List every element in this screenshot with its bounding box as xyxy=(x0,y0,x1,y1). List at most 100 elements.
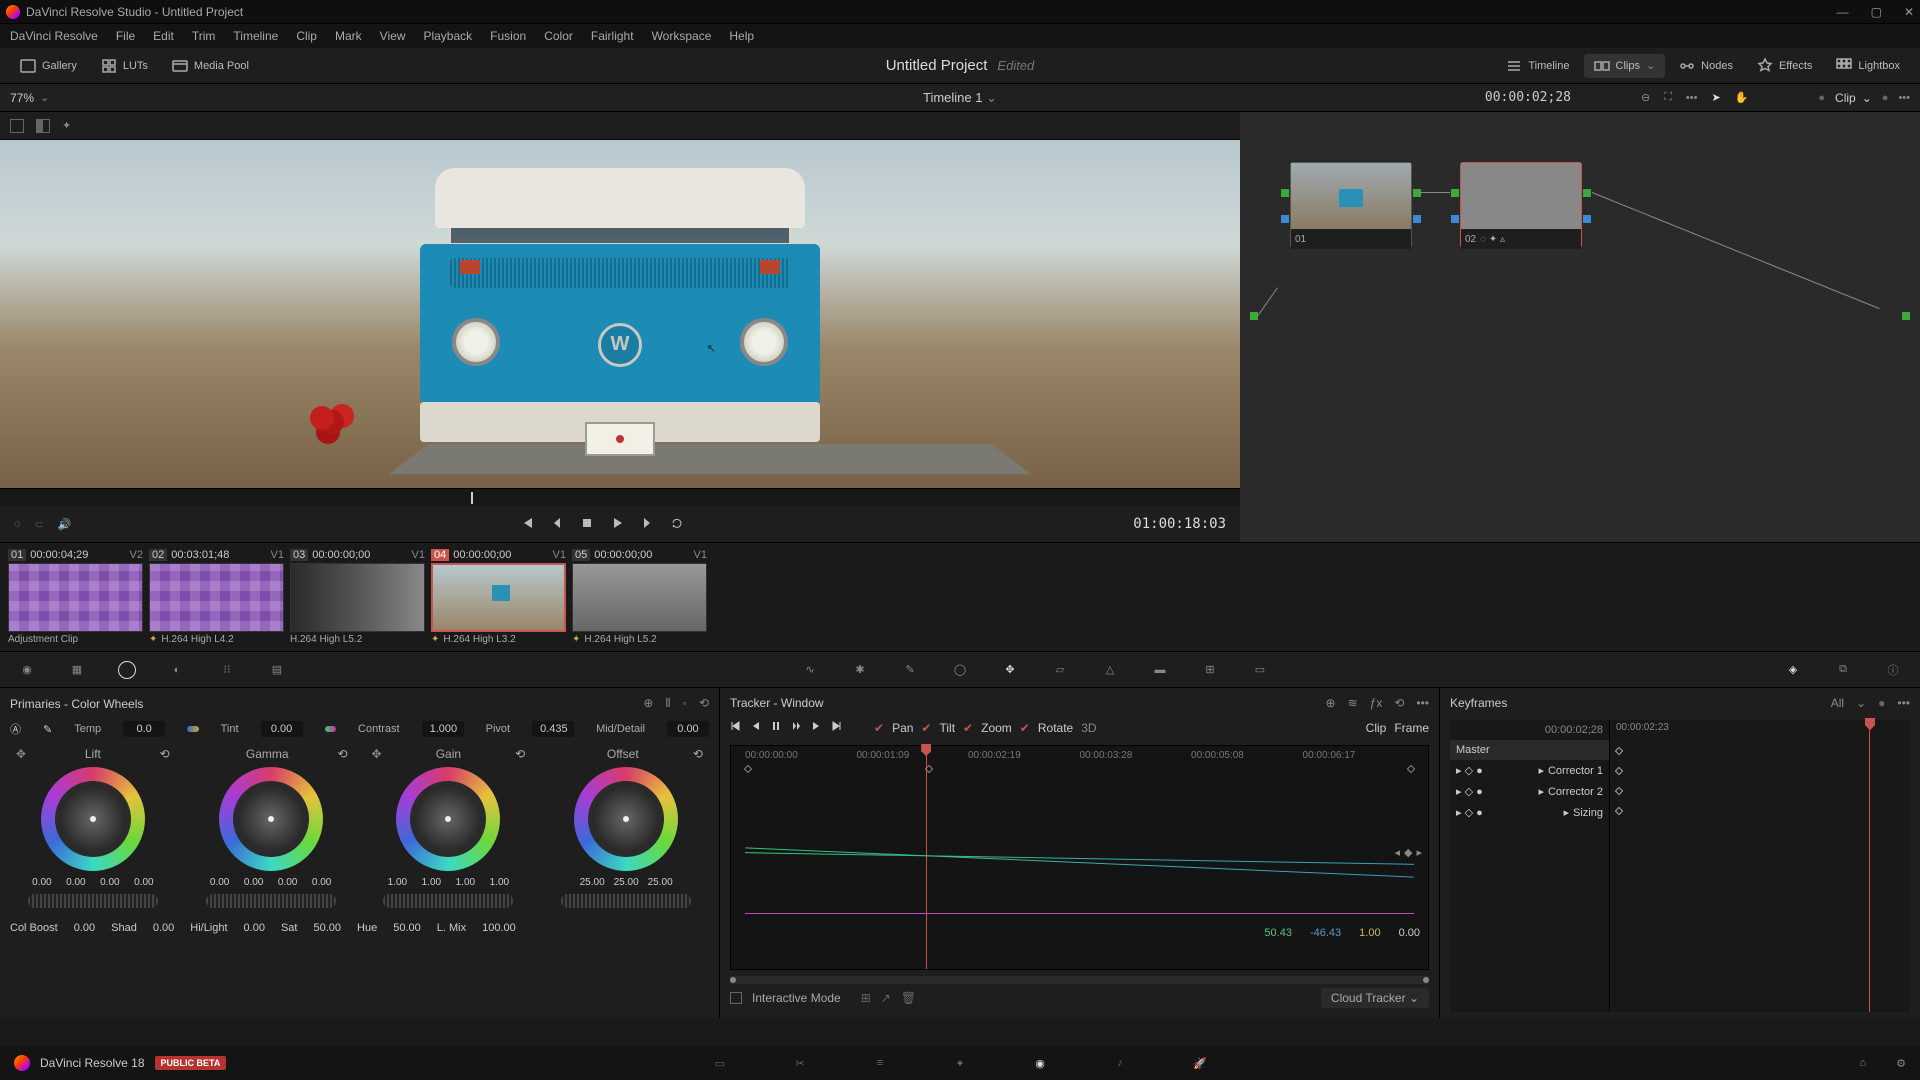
track-rev-one-button[interactable] xyxy=(730,720,742,735)
track-fwd-button[interactable] xyxy=(810,720,822,735)
cut-page-button[interactable]: ✂ xyxy=(790,1053,810,1073)
kf-mode-dropdown[interactable]: All xyxy=(1831,696,1844,710)
pan-checkbox[interactable]: ✔ xyxy=(874,721,884,735)
tracker-stabilize-icon[interactable]: ≋ xyxy=(1348,696,1358,710)
kf-row-sizing[interactable]: ▸ ◇ ●▸Sizing xyxy=(1450,802,1609,823)
node-input-port[interactable] xyxy=(1250,312,1258,320)
hand-icon[interactable]: ✋ xyxy=(1735,91,1749,104)
zoom-dropdown[interactable]: 77% xyxy=(10,91,34,105)
clip-mode-button[interactable]: Clip xyxy=(1366,721,1387,735)
menu-fairlight[interactable]: Fairlight xyxy=(591,29,634,43)
options-icon[interactable]: ••• xyxy=(1686,92,1698,104)
clip-04[interactable]: 0400:00:00;00V1 ✦H.264 High L3.2 xyxy=(431,549,566,645)
camera-raw-icon[interactable]: ◉ xyxy=(16,659,38,681)
viewer[interactable]: W ↖ xyxy=(0,140,1240,488)
offset-jog[interactable] xyxy=(561,894,691,908)
lmix-value[interactable]: 100.00 xyxy=(482,922,516,934)
track-fwd-step-button[interactable] xyxy=(790,720,802,735)
clip-03[interactable]: 0300:00:00;00V1 H.264 High L5.2 xyxy=(290,549,425,645)
menu-file[interactable]: File xyxy=(116,29,135,43)
color-page-button[interactable]: ◉ xyxy=(1030,1053,1050,1073)
power-window-overlay[interactable] xyxy=(585,422,655,456)
lift-jog[interactable] xyxy=(28,894,158,908)
bypass-icon[interactable]: ⊖ xyxy=(1641,91,1650,104)
contrast-value[interactable]: 1.000 xyxy=(422,721,464,737)
primaries-icon[interactable] xyxy=(116,659,138,681)
gamma-jog[interactable] xyxy=(206,894,336,908)
tracker-options-icon[interactable]: ••• xyxy=(1416,696,1429,710)
viewer-scrubber[interactable] xyxy=(0,488,1240,506)
timeline-dropdown[interactable]: Timeline 1 ⌄ xyxy=(923,90,997,106)
curves-icon[interactable]: ∿ xyxy=(799,659,821,681)
track-fwd-one-button[interactable] xyxy=(830,720,842,735)
fusion-page-button[interactable]: ✦ xyxy=(950,1053,970,1073)
pointer-icon[interactable]: ➤ xyxy=(1711,91,1720,104)
close-button[interactable]: ✕ xyxy=(1904,5,1914,19)
gamma-wheel[interactable] xyxy=(219,767,323,871)
media-pool-button[interactable]: Media Pool xyxy=(162,54,259,78)
interactive-checkbox[interactable] xyxy=(730,992,742,1004)
loop-button[interactable] xyxy=(670,516,684,533)
zoom-in-icon[interactable]: ▸ xyxy=(1416,846,1422,859)
prev-frame-button[interactable] xyxy=(550,516,564,533)
menu-help[interactable]: Help xyxy=(729,29,754,43)
blur-icon[interactable]: △ xyxy=(1099,659,1121,681)
menu-trim[interactable]: Trim xyxy=(192,29,216,43)
rotate-checkbox[interactable]: ✔ xyxy=(1020,721,1030,735)
kf-options-icon[interactable]: ••• xyxy=(1897,696,1910,710)
stop-button[interactable] xyxy=(580,516,594,533)
auto-balance-icon[interactable]: Ⓐ xyxy=(10,721,21,737)
kf-row-corrector1[interactable]: ▸ ◇ ●▸Corrector 1 xyxy=(1450,760,1609,781)
image-wipe-icon[interactable] xyxy=(10,119,24,133)
frame-mode-button[interactable]: Frame xyxy=(1394,721,1429,735)
transport-timecode[interactable]: 01:00:18:03 xyxy=(1133,516,1226,532)
scopes-icon[interactable]: ⧉ xyxy=(1832,659,1854,681)
offset-wheel[interactable] xyxy=(574,767,678,871)
kf-row-corrector2[interactable]: ▸ ◇ ●▸Corrector 2 xyxy=(1450,781,1609,802)
primaries-picker-icon[interactable]: ⊕ xyxy=(643,696,653,711)
gamma-reset-icon[interactable]: ⟲ xyxy=(337,747,347,761)
hdr-icon[interactable]: ◐ xyxy=(166,659,188,681)
gain-wheel[interactable] xyxy=(396,767,500,871)
colboost-value[interactable]: 0.00 xyxy=(74,922,95,934)
primaries-bars-icon[interactable]: ⦀ xyxy=(665,696,670,711)
lightbox-button[interactable]: Lightbox xyxy=(1826,54,1910,78)
gain-jog[interactable] xyxy=(383,894,513,908)
fairlight-page-button[interactable]: ♪ xyxy=(1110,1053,1130,1073)
tracker-reset-icon[interactable]: ⟲ xyxy=(1394,696,1404,710)
warper-icon[interactable]: ✱ xyxy=(849,659,871,681)
key-icon[interactable]: ▬ xyxy=(1149,659,1171,681)
lift-reset-icon[interactable]: ⟲ xyxy=(160,747,170,761)
picker-icon[interactable]: ✎ xyxy=(43,723,52,736)
track-rev-button[interactable] xyxy=(750,720,762,735)
motion-effects-icon[interactable]: ▤ xyxy=(266,659,288,681)
unmix-icon[interactable]: ◌ xyxy=(14,518,21,530)
menu-edit[interactable]: Edit xyxy=(153,29,174,43)
menu-playback[interactable]: Playback xyxy=(423,29,472,43)
home-icon[interactable]: ⌂ xyxy=(1859,1057,1866,1069)
gain-reset-icon[interactable]: ⟲ xyxy=(515,747,525,761)
clip-02[interactable]: 0200:03:01;48V1 ✦H.264 High L4.2 xyxy=(149,549,284,645)
menu-clip[interactable]: Clip xyxy=(296,29,317,43)
info-icon[interactable]: ⓘ xyxy=(1882,659,1904,681)
hue-value[interactable]: 50.00 xyxy=(393,922,421,934)
sat-value[interactable]: 50.00 xyxy=(313,922,341,934)
menu-color[interactable]: Color xyxy=(544,29,573,43)
pivot-value[interactable]: 0.435 xyxy=(532,721,574,737)
node-01[interactable]: 01 xyxy=(1290,162,1412,248)
nodes-button[interactable]: Nodes xyxy=(1669,54,1743,78)
split-screen-icon[interactable] xyxy=(36,119,50,133)
tracker-graph[interactable]: 00:00:00:00 00:00:01:09 00:00:02:19 00:0… xyxy=(730,745,1429,970)
zoom-reset-icon[interactable]: ◆ xyxy=(1404,846,1412,859)
add-point-icon[interactable]: ⊞ xyxy=(861,991,871,1005)
lift-wheel[interactable] xyxy=(41,767,145,871)
node-editor[interactable]: 01 02 ◌ ✦ ▵ xyxy=(1240,112,1920,542)
delete-point-icon[interactable]: 🗑 xyxy=(901,991,916,1005)
tracker-fx-icon[interactable]: ƒx xyxy=(1370,696,1383,710)
deliver-page-button[interactable]: 🚀 xyxy=(1190,1053,1210,1073)
set-point-icon[interactable]: ↗ xyxy=(881,991,891,1005)
clip-01[interactable]: 0100:00:04;29V2 Adjustment Clip xyxy=(8,549,143,645)
menu-mark[interactable]: Mark xyxy=(335,29,362,43)
kf-timeline[interactable]: 00:00:02:23 xyxy=(1610,720,1910,1012)
zoom-checkbox[interactable]: ✔ xyxy=(963,721,973,735)
